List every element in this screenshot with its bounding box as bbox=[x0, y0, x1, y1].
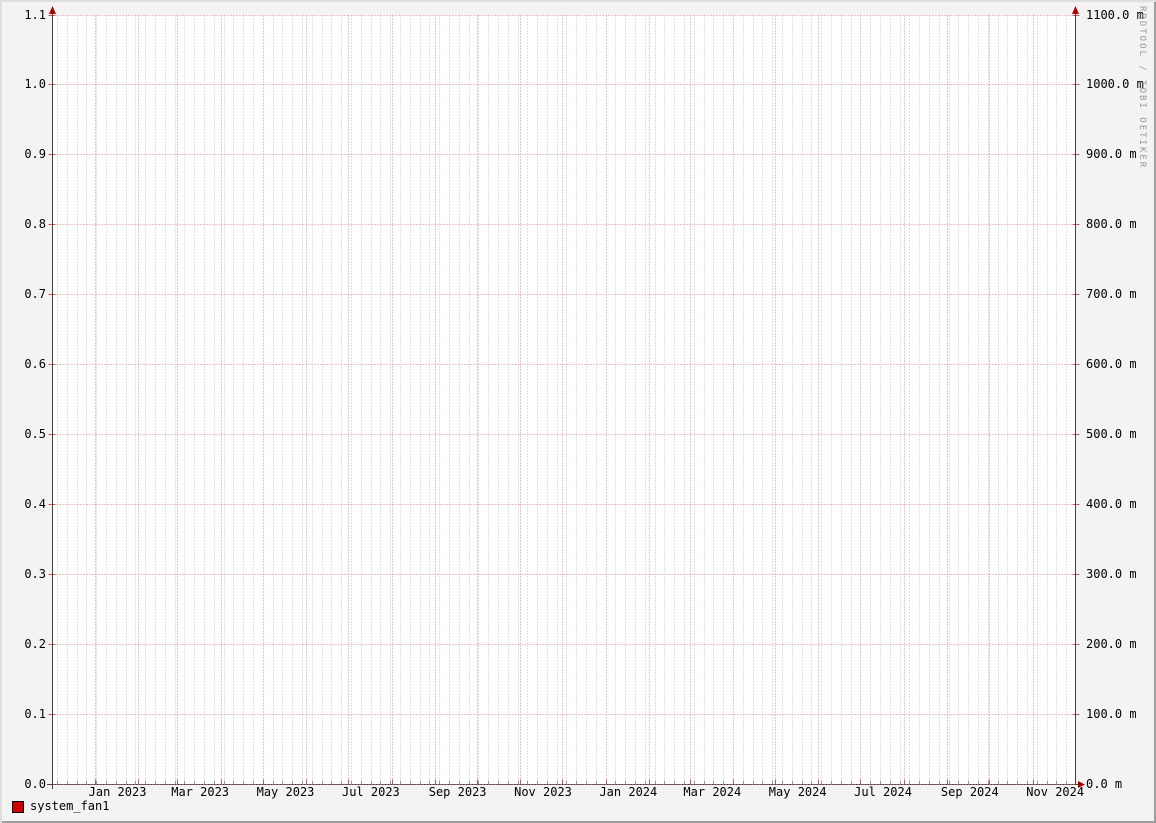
x-axis-label: Jan 2023 bbox=[88, 785, 147, 799]
y-axis-left-label: 0.2 bbox=[24, 637, 46, 651]
y-axis-left-label: 0.3 bbox=[24, 567, 46, 581]
x-axis-label: Sep 2023 bbox=[428, 785, 487, 799]
y-axis-left-label: 1.0 bbox=[24, 77, 46, 91]
x-axis-label: Jul 2023 bbox=[341, 785, 400, 799]
y-axis-right-label: 100.0 m bbox=[1086, 707, 1137, 721]
y-axis-right-label: 800.0 m bbox=[1086, 217, 1137, 231]
y-axis-left-label: 0.4 bbox=[24, 497, 46, 511]
chart-grid-and-axes bbox=[47, 6, 1085, 789]
x-axis-label: May 2023 bbox=[256, 785, 315, 799]
y-axis-left-label: 0.0 bbox=[24, 777, 46, 791]
x-axis-label: Jan 2024 bbox=[599, 785, 658, 799]
legend-swatch-system-fan1 bbox=[12, 801, 24, 813]
y-axis-right-label: 600.0 m bbox=[1086, 357, 1137, 371]
x-axis-label: Mar 2024 bbox=[683, 785, 742, 799]
y-axis-right-label: 1000.0 m bbox=[1086, 77, 1144, 91]
y-axis-right-label: 700.0 m bbox=[1086, 287, 1137, 301]
y-axis-right-label: 1100.0 m bbox=[1086, 8, 1144, 22]
y-axis-right-label: 900.0 m bbox=[1086, 147, 1137, 161]
y-axis-left-label: 0.9 bbox=[24, 147, 46, 161]
rrdtool-watermark: RRDTOOL / TOBI OETIKER bbox=[1137, 6, 1147, 170]
y-axis-right-label: 200.0 m bbox=[1086, 637, 1137, 651]
y-axis-left-label: 1.1 bbox=[24, 8, 46, 22]
y-axis-left-label: 0.1 bbox=[24, 707, 46, 721]
y-axis-left-label: 0.5 bbox=[24, 427, 46, 441]
x-axis-label: Sep 2024 bbox=[940, 785, 999, 799]
x-axis-label: Jul 2024 bbox=[854, 785, 912, 799]
x-axis-label: Nov 2023 bbox=[514, 785, 572, 799]
y-axis-right-label: 500.0 m bbox=[1086, 427, 1137, 441]
y-axis-right-label: 300.0 m bbox=[1086, 567, 1137, 581]
x-axis-label: May 2024 bbox=[768, 785, 827, 799]
x-axis-label: Nov 2024 bbox=[1026, 785, 1085, 799]
y-axis-left-label: 0.7 bbox=[24, 287, 46, 301]
legend-label: system_fan1 bbox=[30, 799, 110, 813]
x-axis-label: Mar 2023 bbox=[171, 785, 230, 799]
y-axis-right-label: 400.0 m bbox=[1086, 497, 1137, 511]
y-axis-left-label: 0.8 bbox=[24, 217, 46, 231]
y-axis-left-label: 0.6 bbox=[24, 357, 46, 371]
rrdtool-graph: 1.1 1.0 0.9 0.8 0.7 0.6 0.5 0.4 0.3 0.2 0.1 0.0 1100… bbox=[0, 0, 1156, 823]
